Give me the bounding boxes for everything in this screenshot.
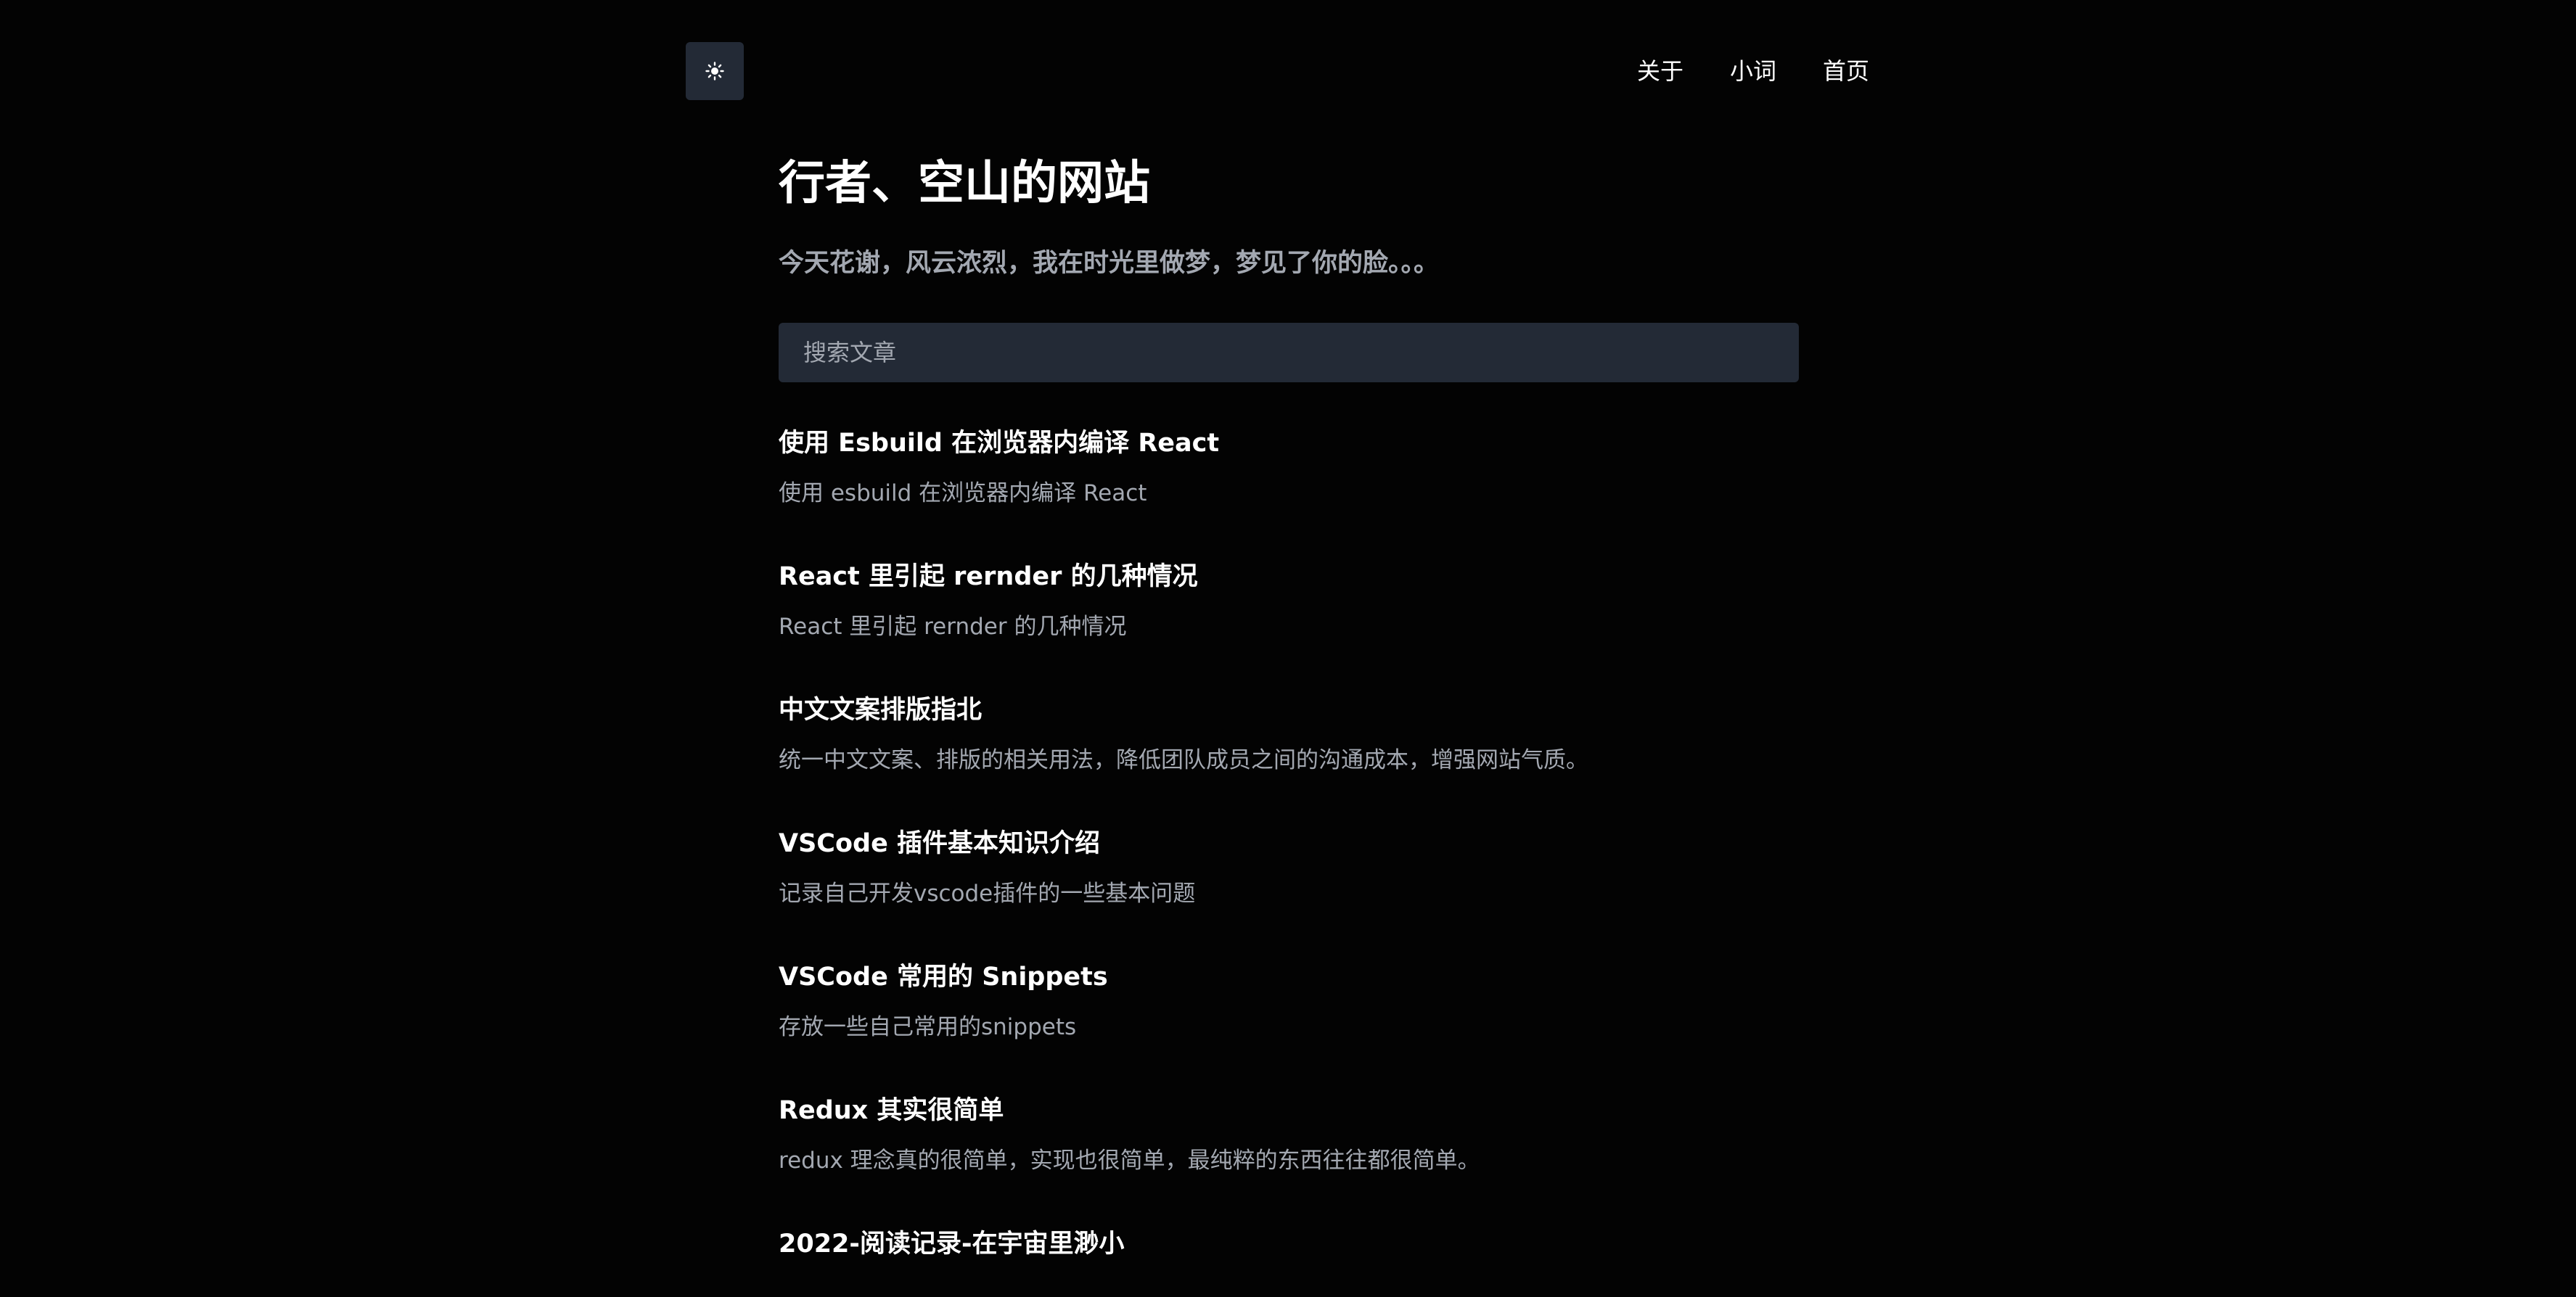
article-title[interactable]: React 里引起 rernder 的几种情况 xyxy=(779,558,1800,596)
nav-link-about[interactable]: 关于 xyxy=(1637,52,1683,90)
nav-link-home[interactable]: 首页 xyxy=(1823,52,1869,90)
main-content: 行者、空山的网站 今天花谢，风云浓烈，我在时光里做梦，梦见了你的脸。。。 使用 … xyxy=(779,149,1800,1297)
article-item: 使用 Esbuild 在浏览器内编译 React 使用 esbuild 在浏览器… xyxy=(779,424,1800,558)
theme-toggle-button[interactable] xyxy=(686,42,744,100)
site-title: 行者、空山的网站 xyxy=(779,157,1150,210)
article-title[interactable]: VSCode 插件基本知识介绍 xyxy=(779,825,1800,862)
page: 关于 小词 首页 行者、空山的网站 今天花谢，风云浓烈，我在时光里做梦，梦见了你… xyxy=(0,0,2576,1297)
search-input[interactable] xyxy=(779,323,1799,382)
article-item: VSCode 插件基本知识介绍 记录自己开发vscode插件的一些基本问题 xyxy=(779,825,1800,958)
article-description: 记录自己开发vscode插件的一些基本问题 xyxy=(779,881,1196,907)
article-item: 中文文案排版指北 统一中文文案、排版的相关用法，降低团队成员之间的沟通成本，增强… xyxy=(779,691,1800,825)
search-box xyxy=(779,323,1799,382)
article-title[interactable]: 中文文案排版指北 xyxy=(779,691,1800,729)
article-item: React 里引起 rernder 的几种情况 React 里引起 rernde… xyxy=(779,558,1800,691)
site-subtitle: 今天花谢，风云浓烈，我在时光里做梦，梦见了你的脸。。。 xyxy=(779,249,1440,278)
main-nav: 关于 小词 首页 xyxy=(1637,52,1869,90)
article-description: React 里引起 rernder 的几种情况 xyxy=(779,614,1127,640)
article-description: 统一中文文案、排版的相关用法，降低团队成员之间的沟通成本，增强网站气质。 xyxy=(779,747,1588,773)
article-item: Redux 其实很简单 redux 理念真的很简单，实现也很简单，最纯粹的东西往… xyxy=(779,1092,1800,1225)
article-title[interactable]: 使用 Esbuild 在浏览器内编译 React xyxy=(779,424,1800,462)
article-item: VSCode 常用的 Snippets 存放一些自己常用的snippets xyxy=(779,958,1800,1092)
article-description: redux 理念真的很简单，实现也很简单，最纯粹的东西往往都很简单。 xyxy=(779,1148,1480,1174)
article-item: 2022-阅读记录-在宇宙里渺小 xyxy=(779,1225,1800,1297)
article-description: 使用 esbuild 在浏览器内编译 React xyxy=(779,480,1147,506)
article-list: 使用 Esbuild 在浏览器内编译 React 使用 esbuild 在浏览器… xyxy=(779,424,1800,1297)
article-title[interactable]: VSCode 常用的 Snippets xyxy=(779,958,1800,996)
article-description: 存放一些自己常用的snippets xyxy=(779,1014,1077,1040)
article-title[interactable]: 2022-阅读记录-在宇宙里渺小 xyxy=(779,1225,1800,1263)
article-title[interactable]: Redux 其实很简单 xyxy=(779,1092,1800,1129)
sun-icon xyxy=(705,62,724,81)
nav-link-words[interactable]: 小词 xyxy=(1730,52,1776,90)
